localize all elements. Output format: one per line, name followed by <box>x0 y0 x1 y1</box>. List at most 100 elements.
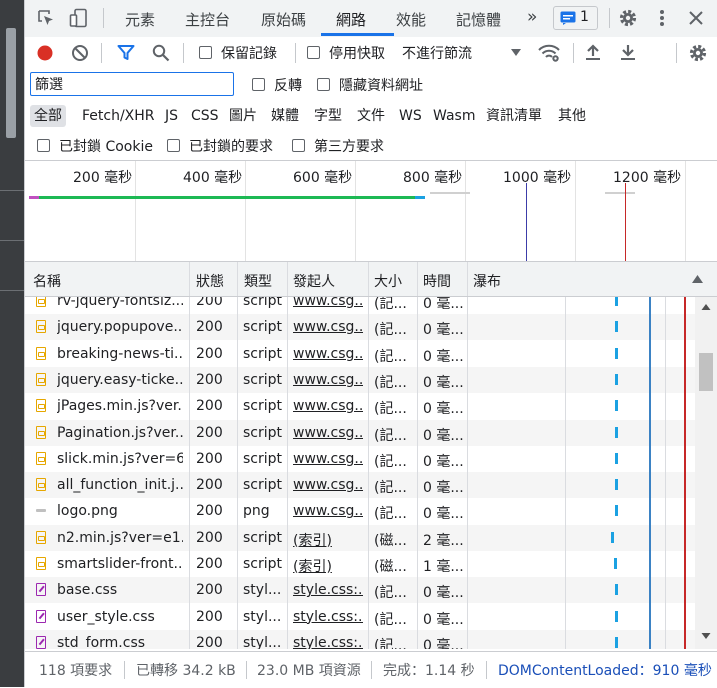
type-filter-wasm[interactable]: Wasm <box>429 105 479 127</box>
table-row[interactable]: rv-jquery-fontsiz... 200 script www.csg... (… <box>25 297 695 314</box>
cell-initiator[interactable]: www.csg... <box>293 503 363 519</box>
table-row[interactable]: smartslider-front... 200 script (索引) (磁... 1 … <box>25 551 695 577</box>
network-overview-timeline[interactable]: 200 毫秒 400 毫秒 600 毫秒 800 毫秒 1000 毫秒 1200… <box>25 161 717 262</box>
preserve-log-checkbox[interactable] <box>199 46 212 59</box>
scroll-up-arrow-icon[interactable] <box>701 303 711 311</box>
filter-input[interactable] <box>30 72 234 96</box>
cell-name[interactable]: breaking-news-ti... <box>57 346 183 362</box>
third-party-checkbox[interactable] <box>292 139 305 152</box>
type-filter-media[interactable]: 媒體 <box>267 105 303 127</box>
type-filter-doc[interactable]: 文件 <box>353 105 389 127</box>
column-divider[interactable] <box>287 262 288 296</box>
cell-name[interactable]: jquery.easy-ticke... <box>57 372 183 388</box>
cell-initiator[interactable]: style.css:... <box>293 635 363 649</box>
scroll-down-arrow-icon[interactable] <box>701 632 711 640</box>
type-filter-img[interactable]: 圖片 <box>225 105 261 127</box>
tab-network[interactable]: 網路 <box>336 9 366 30</box>
cell-name[interactable]: jPages.min.js?ver... <box>57 398 183 414</box>
requests-scrollbar[interactable] <box>695 297 717 649</box>
table-row[interactable]: jquery.popupove... 200 script www.csg... (記.… <box>25 314 695 341</box>
dropdown-arrow-icon[interactable] <box>511 49 521 57</box>
cell-name[interactable]: user_style.css <box>57 609 183 625</box>
type-filter-other[interactable]: 其他 <box>554 105 590 127</box>
cell-name[interactable]: base.css <box>57 582 183 598</box>
type-filter-manifest[interactable]: 資訊清單 <box>482 105 546 127</box>
table-row[interactable]: n2.min.js?ver=e1... 200 script (索引) (磁... 2 毫… <box>25 524 695 551</box>
type-filter-ws[interactable]: WS <box>395 105 426 127</box>
type-filter-font[interactable]: 字型 <box>310 105 346 127</box>
hide-data-urls-checkbox[interactable] <box>317 78 330 91</box>
cell-initiator[interactable]: style.css:... <box>293 582 363 598</box>
table-row[interactable]: logo.png 200 png www.csg... (記... 0 毫... <box>25 498 695 524</box>
invert-checkbox[interactable] <box>252 78 265 91</box>
column-divider[interactable] <box>189 262 190 296</box>
cell-initiator[interactable]: (索引) <box>293 556 363 576</box>
issues-button[interactable]: 1 <box>553 6 598 30</box>
cell-initiator[interactable]: www.csg... <box>293 346 363 362</box>
cell-name[interactable]: std_form.css <box>57 635 183 649</box>
table-row[interactable]: jPages.min.js?ver... 200 script www.csg... (… <box>25 393 695 419</box>
cell-name[interactable]: logo.png <box>57 503 183 519</box>
disable-cache-checkbox[interactable] <box>307 46 320 59</box>
column-divider[interactable] <box>467 262 468 296</box>
column-header-name[interactable]: 名稱 <box>33 271 61 291</box>
table-row[interactable]: base.css 200 styl... style.css:... (記... 0 毫.… <box>25 577 695 604</box>
cell-initiator[interactable]: www.csg... <box>293 477 363 493</box>
blocked-cookies-checkbox[interactable] <box>37 139 50 152</box>
table-row[interactable]: breaking-news-ti... 200 script www.csg... (記… <box>25 341 695 367</box>
cell-initiator[interactable]: style.css:... <box>293 609 363 625</box>
blocked-requests-checkbox[interactable] <box>167 139 180 152</box>
cell-initiator[interactable]: www.csg... <box>293 425 363 441</box>
table-row[interactable]: jquery.easy-ticke... 200 script www.csg... (… <box>25 366 695 393</box>
settings-gear-icon[interactable] <box>618 8 638 28</box>
column-header-status[interactable]: 狀態 <box>196 271 224 291</box>
table-row[interactable]: all_function_init.j... 200 script www.csg..… <box>25 472 695 499</box>
tab-console[interactable]: 主控台 <box>185 9 230 30</box>
inspect-element-icon[interactable] <box>37 9 55 27</box>
table-row[interactable]: user_style.css 200 styl... style.css:... (記.… <box>25 604 695 630</box>
column-header-size[interactable]: 大小 <box>374 271 402 291</box>
column-header-initiator[interactable]: 發起人 <box>293 271 335 291</box>
column-divider[interactable] <box>368 262 369 296</box>
filter-funnel-icon[interactable] <box>117 44 135 62</box>
import-har-upload-icon[interactable] <box>585 43 601 61</box>
cell-name[interactable]: Pagination.js?ver... <box>57 425 183 441</box>
cell-initiator[interactable]: www.csg... <box>293 451 363 467</box>
tab-sources[interactable]: 原始碼 <box>261 9 306 30</box>
column-header-type[interactable]: 類型 <box>244 271 272 291</box>
more-tabs-button[interactable]: » <box>527 7 537 27</box>
export-har-download-icon[interactable] <box>620 43 636 61</box>
search-icon[interactable] <box>152 44 170 62</box>
network-conditions-wifi-icon[interactable] <box>538 43 560 63</box>
table-row[interactable]: std_form.css 200 styl... style.css:... (記...… <box>25 629 695 649</box>
column-divider[interactable] <box>417 262 418 296</box>
cell-name[interactable]: smartslider-front... <box>57 556 183 572</box>
type-filter-fetch-xhr[interactable]: Fetch/XHR <box>78 105 159 127</box>
table-row[interactable]: Pagination.js?ver... 200 script www.csg... (… <box>25 419 695 446</box>
throttling-select[interactable]: 不進行節流 <box>402 43 472 63</box>
cell-initiator[interactable]: www.csg... <box>293 319 363 335</box>
table-row[interactable]: slick.min.js?ver=6... 200 script www.csg...… <box>25 446 695 472</box>
device-toolbar-icon[interactable] <box>69 8 89 28</box>
column-header-time[interactable]: 時間 <box>423 271 451 291</box>
type-filter-css[interactable]: CSS <box>187 105 223 127</box>
tab-elements[interactable]: 元素 <box>125 9 155 30</box>
tab-memory[interactable]: 記憶體 <box>456 9 501 30</box>
scrollbar-thumb[interactable] <box>699 353 713 391</box>
cell-name[interactable]: slick.min.js?ver=6... <box>57 451 183 467</box>
column-header-waterfall[interactable]: 瀑布 <box>473 271 501 291</box>
cell-initiator[interactable]: www.csg... <box>293 372 363 388</box>
type-filter-js[interactable]: JS <box>161 105 182 127</box>
record-icon[interactable] <box>36 44 54 62</box>
network-settings-gear-icon[interactable] <box>688 43 708 63</box>
column-divider[interactable] <box>237 262 238 296</box>
tab-performance[interactable]: 效能 <box>396 9 426 30</box>
page-scrollbar[interactable] <box>6 28 16 138</box>
cell-name[interactable]: jquery.popupove... <box>57 319 183 335</box>
more-options-kebab-icon[interactable] <box>658 8 666 28</box>
type-filter-all[interactable]: 全部 <box>30 105 66 127</box>
close-devtools-icon[interactable] <box>688 10 704 26</box>
cell-name[interactable]: n2.min.js?ver=e1... <box>57 530 183 546</box>
cell-name[interactable]: all_function_init.j... <box>57 477 183 493</box>
cell-initiator[interactable]: www.csg... <box>293 297 363 309</box>
